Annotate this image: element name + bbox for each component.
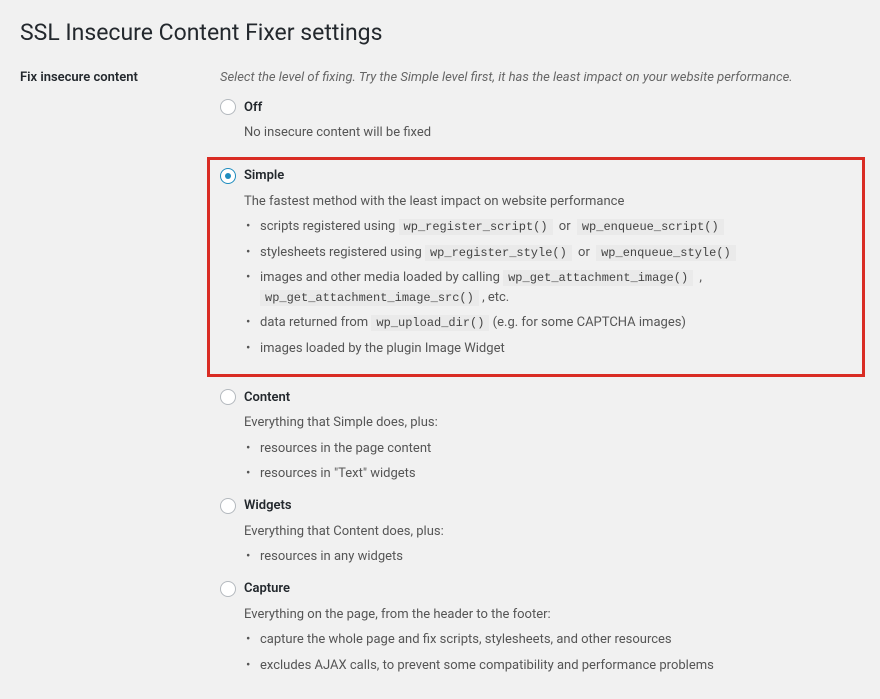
code-snippet: wp_enqueue_style()	[596, 245, 736, 261]
code-snippet: wp_upload_dir()	[371, 315, 489, 331]
option-widgets-desc: Everything that Content does, plus:	[244, 522, 860, 542]
option-content: Content Everything that Simple does, plu…	[220, 389, 860, 484]
option-widgets-list: resources in any widgets	[244, 547, 860, 567]
list-item: stylesheets registered using wp_register…	[244, 243, 852, 263]
list-item: resources in any widgets	[244, 547, 860, 567]
code-snippet: wp_register_style()	[425, 245, 572, 261]
list-item: data returned from wp_upload_dir() (e.g.…	[244, 313, 852, 333]
option-content-desc: Everything that Simple does, plus:	[244, 413, 860, 433]
code-snippet: wp_get_attachment_image_src()	[260, 290, 479, 306]
list-item: images loaded by the plugin Image Widget	[244, 339, 852, 359]
option-widgets: Widgets Everything that Content does, pl…	[220, 498, 860, 567]
radio-simple-label[interactable]: Simple	[244, 168, 284, 183]
radio-off-label[interactable]: Off	[244, 100, 262, 115]
list-item: excludes AJAX calls, to prevent some com…	[244, 656, 860, 676]
list-item: images and other media loaded by calling…	[244, 268, 852, 307]
option-capture-list: capture the whole page and fix scripts, …	[244, 630, 860, 675]
page-title: SSL Insecure Content Fixer settings	[20, 10, 860, 50]
section-description: Select the level of fixing. Try the Simp…	[220, 70, 860, 85]
code-snippet: wp_register_script()	[399, 219, 553, 235]
radio-widgets-label[interactable]: Widgets	[244, 498, 292, 513]
option-capture-desc: Everything on the page, from the header …	[244, 605, 860, 625]
radio-content-label[interactable]: Content	[244, 390, 290, 405]
section-label: Fix insecure content	[20, 70, 220, 85]
code-snippet: wp_get_attachment_image()	[503, 270, 693, 286]
option-content-list: resources in the page content resources …	[244, 439, 860, 484]
list-item: capture the whole page and fix scripts, …	[244, 630, 860, 650]
radio-simple[interactable]	[220, 168, 236, 184]
list-item: scripts registered using wp_register_scr…	[244, 217, 852, 237]
option-off: Off No insecure content will be fixed	[220, 99, 860, 143]
option-simple: Simple The fastest method with the least…	[207, 157, 865, 378]
option-simple-desc: The fastest method with the least impact…	[244, 192, 852, 212]
list-item: resources in "Text" widgets	[244, 464, 860, 484]
code-snippet: wp_enqueue_script()	[577, 219, 724, 235]
list-item: resources in the page content	[244, 439, 860, 459]
radio-off[interactable]	[220, 99, 236, 115]
radio-widgets[interactable]	[220, 498, 236, 514]
radio-content[interactable]	[220, 389, 236, 405]
radio-capture[interactable]	[220, 581, 236, 597]
fix-level-fieldset: Select the level of fixing. Try the Simp…	[220, 70, 860, 689]
radio-capture-label[interactable]: Capture	[244, 581, 290, 596]
option-simple-list: scripts registered using wp_register_scr…	[244, 217, 852, 358]
option-capture: Capture Everything on the page, from the…	[220, 581, 860, 676]
option-off-desc: No insecure content will be fixed	[244, 123, 860, 143]
